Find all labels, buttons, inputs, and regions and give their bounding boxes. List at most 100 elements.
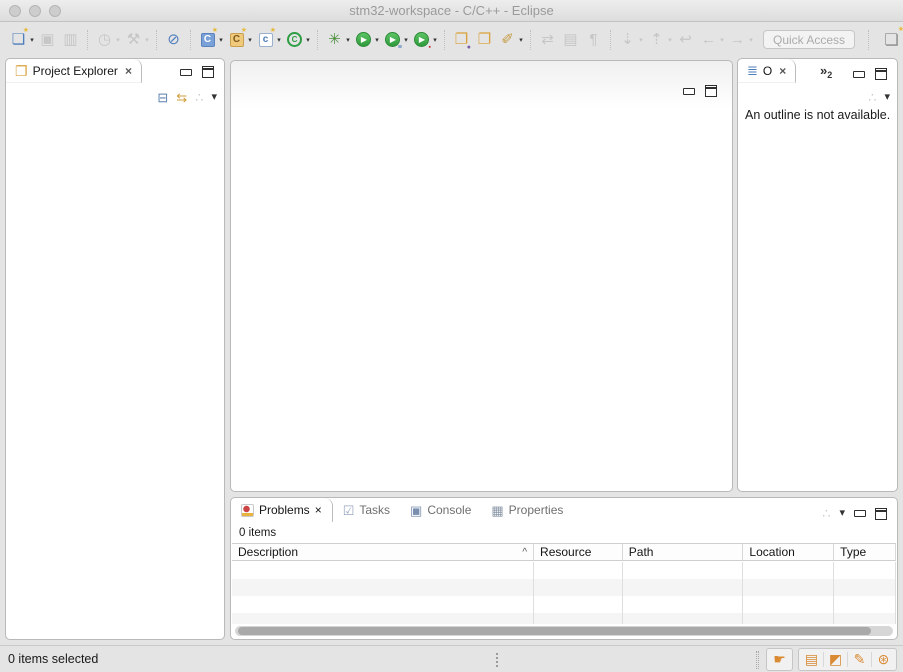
link-with-editor-icon[interactable]: ⇆ <box>176 91 187 104</box>
debug-icon[interactable]: ✳ <box>323 28 346 52</box>
scrollbar-thumb[interactable] <box>238 627 871 635</box>
run-icon[interactable]: ▶ <box>352 28 375 52</box>
table-body <box>232 562 896 624</box>
table-cell <box>232 613 534 624</box>
glyph: ◷ <box>98 32 111 47</box>
minimize-editor-button[interactable] <box>683 88 695 95</box>
column-header-type[interactable]: Type <box>834 544 896 560</box>
traffic-lights <box>9 5 61 17</box>
minimize-window-button[interactable] <box>29 5 41 17</box>
view-menu-icon[interactable]: ▾ <box>884 92 890 103</box>
tab-outline[interactable]: ≣ O × <box>738 59 796 83</box>
tab-tasks[interactable]: ☑Tasks <box>333 498 400 522</box>
tab-problems[interactable]: Problems× <box>231 498 333 522</box>
open-perspective-icon: ❏ <box>884 30 898 50</box>
maximize-view-button[interactable] <box>202 66 214 78</box>
toolbar-separator <box>87 30 88 50</box>
show-whitespace-icon: ¶ <box>582 28 605 52</box>
save-icon: ▣ <box>36 28 59 52</box>
glyph: C <box>201 33 215 47</box>
review-ide-configuration-icon[interactable]: ☛ <box>768 648 791 671</box>
minimize-view-button[interactable] <box>180 69 192 76</box>
new-cpp-class-icon[interactable]: C★ <box>225 28 248 52</box>
glyph: ⇄ <box>541 32 554 47</box>
open-perspective-button[interactable]: ❏★ <box>878 27 903 52</box>
status-icon-group: ☛ <box>766 648 793 671</box>
tab-console[interactable]: ▣Console <box>400 498 481 522</box>
whats-new-icon[interactable]: ⊛ <box>872 648 895 671</box>
tab-properties[interactable]: ▦Properties <box>481 498 573 522</box>
glyph: ⇣ <box>621 32 634 47</box>
table-cell <box>834 579 896 596</box>
close-window-button[interactable] <box>9 5 21 17</box>
collapse-all-icon[interactable]: ⊟ <box>157 91 168 104</box>
column-header-resource[interactable]: Resource <box>534 544 623 560</box>
maximize-view-button[interactable] <box>875 68 887 80</box>
outline-message: An outline is not available. <box>745 108 890 122</box>
run-last-external-tool-icon: ◷ <box>93 28 116 52</box>
table-row[interactable] <box>232 579 896 596</box>
run-configurations-icon[interactable]: ▶≡ <box>381 28 404 52</box>
open-element-icon[interactable]: ❐● <box>450 28 473 52</box>
table-row[interactable] <box>232 596 896 613</box>
open-declaration-icon: ▤ <box>559 28 582 52</box>
column-header-description[interactable]: Description^ <box>232 544 534 560</box>
problems-icon <box>241 504 254 517</box>
forward-icon: → <box>726 28 749 52</box>
new-star-overlay-icon: ★ <box>23 26 29 34</box>
table-header: Description^ Resource PathLocationType <box>232 543 896 561</box>
tutorials-icon[interactable]: ◩ <box>824 648 847 671</box>
new-star-overlay-icon: ★ <box>898 25 903 33</box>
table-row[interactable] <box>232 613 896 624</box>
open-resource-icon[interactable]: ❐ <box>473 28 496 52</box>
new-c-source-file-icon[interactable]: c★ <box>254 28 277 52</box>
tab-label: O <box>763 64 772 78</box>
glyph: ▣ <box>40 32 54 47</box>
table-cell <box>834 562 896 579</box>
horizontal-scrollbar[interactable] <box>235 626 893 636</box>
new-wizard-icon[interactable]: ❏★ <box>7 28 30 52</box>
close-icon[interactable]: × <box>779 64 786 78</box>
project-explorer-icon: ❐ <box>15 64 28 78</box>
maximize-editor-button[interactable] <box>705 85 717 97</box>
new-star-overlay-icon: ★ <box>212 26 218 34</box>
overview-icon[interactable]: ▤ <box>800 648 823 671</box>
column-label: Description <box>238 545 298 559</box>
glyph: ¶ <box>589 32 597 47</box>
search-icon[interactable]: ✐ <box>496 28 519 52</box>
profile-icon[interactable]: ▶▪ <box>410 28 433 52</box>
table-cell <box>623 596 744 613</box>
rebuild-index-icon[interactable]: C <box>283 28 306 52</box>
status-icon-group: ▤◩✎⊛ <box>798 648 897 671</box>
table-cell <box>534 579 623 596</box>
samples-icon[interactable]: ✎ <box>848 648 871 671</box>
editor-area[interactable] <box>230 60 733 492</box>
maximize-view-button[interactable] <box>875 508 887 520</box>
quick-access-input[interactable] <box>763 30 855 49</box>
table-row[interactable] <box>232 562 896 579</box>
minimize-view-button[interactable] <box>853 71 865 78</box>
zoom-window-button[interactable] <box>49 5 61 17</box>
build-all-icon: ⚒ <box>122 28 145 52</box>
column-header-location[interactable]: Location <box>743 544 834 560</box>
properties-icon: ▦ <box>491 504 503 517</box>
column-header-path[interactable]: Path <box>623 544 744 560</box>
status-right-icons: ☛ ▤◩✎⊛ <box>756 648 897 671</box>
toolbar-separator <box>190 30 191 50</box>
table-cell <box>834 596 896 613</box>
view-menu-icon[interactable]: ▾ <box>211 92 217 103</box>
save-all-icon: ▥ <box>59 28 82 52</box>
tab-project-explorer[interactable]: ❐ Project Explorer × <box>6 59 142 83</box>
column-label: Resource <box>540 545 591 559</box>
close-icon[interactable]: × <box>125 64 132 78</box>
view-stack-chevron[interactable]: » 2 <box>820 64 832 80</box>
skip-all-breakpoints-icon[interactable]: ⊘ <box>162 28 185 52</box>
last-edit-location-icon: ↩ <box>674 28 697 52</box>
minimize-view-button[interactable] <box>854 510 866 517</box>
glyph: ▶ <box>356 32 371 47</box>
close-icon[interactable]: × <box>315 503 322 517</box>
new-c-project-icon[interactable]: C★ <box>196 28 219 52</box>
titlebar: stm32-workspace - C/C++ - Eclipse <box>0 0 903 22</box>
outline-view-toolbar: ∴▾ <box>738 85 897 109</box>
view-menu-icon[interactable]: ▾ <box>839 508 845 519</box>
